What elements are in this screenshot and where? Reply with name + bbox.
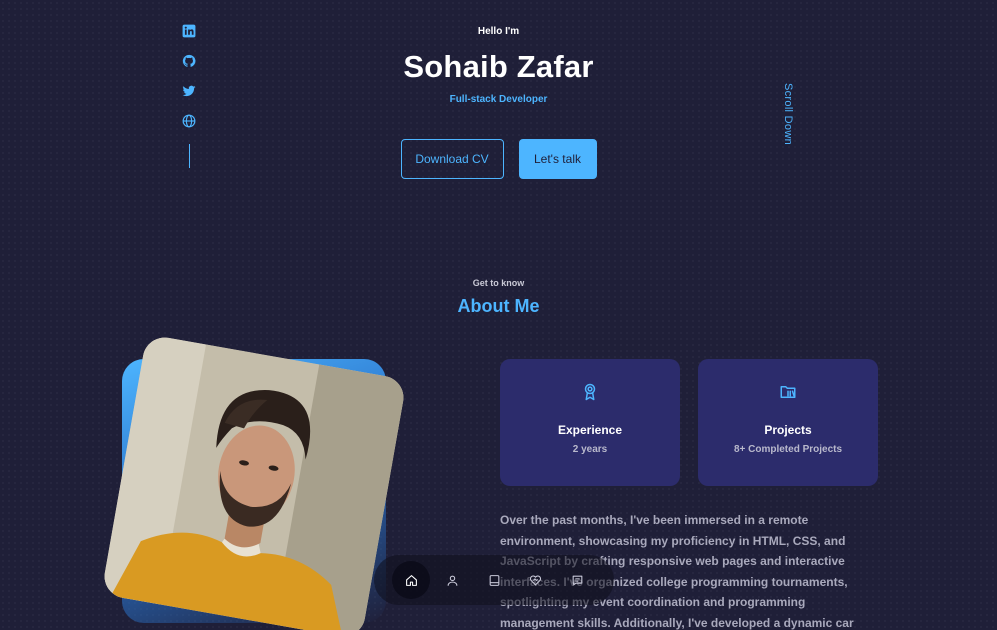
home-icon bbox=[405, 574, 417, 586]
hero-name: Sohaib Zafar bbox=[403, 49, 594, 84]
nav-home[interactable] bbox=[392, 561, 430, 599]
experience-value: 2 years bbox=[572, 444, 608, 455]
folder-icon bbox=[780, 386, 796, 398]
website-link[interactable] bbox=[181, 113, 197, 129]
user-icon bbox=[447, 575, 458, 586]
download-cv-button[interactable]: Download CV bbox=[400, 139, 504, 179]
experience-title: Experience bbox=[557, 423, 623, 437]
nav-services[interactable] bbox=[517, 561, 555, 599]
service-icon bbox=[529, 574, 542, 585]
about-subtitle: Get to know bbox=[472, 278, 525, 288]
book-icon bbox=[489, 574, 499, 586]
hero-cta-group: Download CV Let's talk bbox=[0, 139, 997, 179]
profile-photo bbox=[101, 334, 407, 630]
message-icon bbox=[572, 575, 582, 585]
nav-contact[interactable] bbox=[558, 561, 596, 599]
nav-experience[interactable] bbox=[475, 561, 513, 599]
globe-icon bbox=[182, 114, 196, 128]
projects-title: Projects bbox=[764, 423, 812, 437]
lets-talk-button[interactable]: Let's talk bbox=[518, 139, 597, 179]
nav-about[interactable] bbox=[434, 561, 472, 599]
experience-card[interactable]: Experience 2 years bbox=[500, 359, 680, 486]
hero-role: Full-stack Developer bbox=[449, 94, 548, 105]
portfolio-page: Hello I'm Sohaib Zafar Full-stack Develo… bbox=[0, 0, 997, 630]
greeting: Hello I'm bbox=[477, 26, 520, 37]
projects-value: 8+ Completed Projects bbox=[733, 444, 843, 455]
projects-card[interactable]: Projects 8+ Completed Projects bbox=[698, 359, 878, 486]
scroll-down-link[interactable]: Scroll Down bbox=[782, 83, 794, 145]
award-icon bbox=[584, 383, 596, 401]
about-title: About Me bbox=[457, 296, 540, 316]
bottom-nav bbox=[374, 555, 614, 605]
